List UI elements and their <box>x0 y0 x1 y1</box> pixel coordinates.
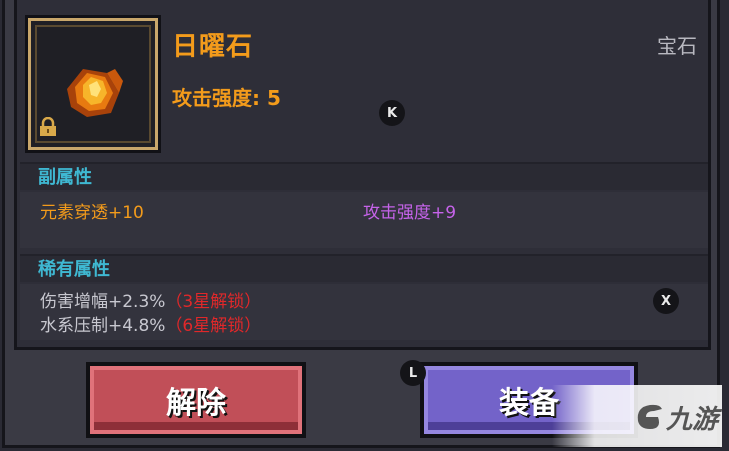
item-icon-frame[interactable] <box>28 18 158 150</box>
sunstone-gem-icon <box>67 69 123 117</box>
sub-attributes-body: 元素穿透+10 攻击强度+9 <box>20 192 708 248</box>
item-name: 日曜石 <box>172 32 254 62</box>
watermark-text: 九游 <box>666 405 719 435</box>
lock-icon <box>40 117 56 136</box>
l-key-hint: L <box>400 360 426 386</box>
k-key-hint: K <box>379 100 405 126</box>
rare-stat-lock: （6星解锁） <box>165 316 262 336</box>
rare-stat-row: 水系压制+4.8%（6星解锁） <box>40 311 261 336</box>
watermark-logo-icon <box>637 404 662 429</box>
rare-stat-text: 伤害增幅+2.3% <box>40 292 166 312</box>
item-type: 宝石 <box>657 34 697 58</box>
x-key-hint: X <box>653 288 679 314</box>
sub-stat-left: 元素穿透+10 <box>40 203 144 223</box>
sub-stat-right: 攻击强度+9 <box>363 203 457 223</box>
watermark: 九游 <box>552 385 722 447</box>
rare-attributes-body: 伤害增幅+2.3%（3星解锁） 水系压制+4.8%（6星解锁） <box>20 284 708 340</box>
rare-stat-text: 水系压制+4.8% <box>40 316 166 336</box>
remove-button[interactable]: 解除 <box>86 362 306 438</box>
rare-stat-lock: （3星解锁） <box>165 292 262 312</box>
sub-attributes-title: 副属性 <box>20 162 708 190</box>
main-stat: 攻击强度: 5 <box>172 86 281 110</box>
rare-stat-row: 伤害增幅+2.3%（3星解锁） <box>40 287 261 312</box>
rare-attributes-title: 稀有属性 <box>20 254 708 282</box>
